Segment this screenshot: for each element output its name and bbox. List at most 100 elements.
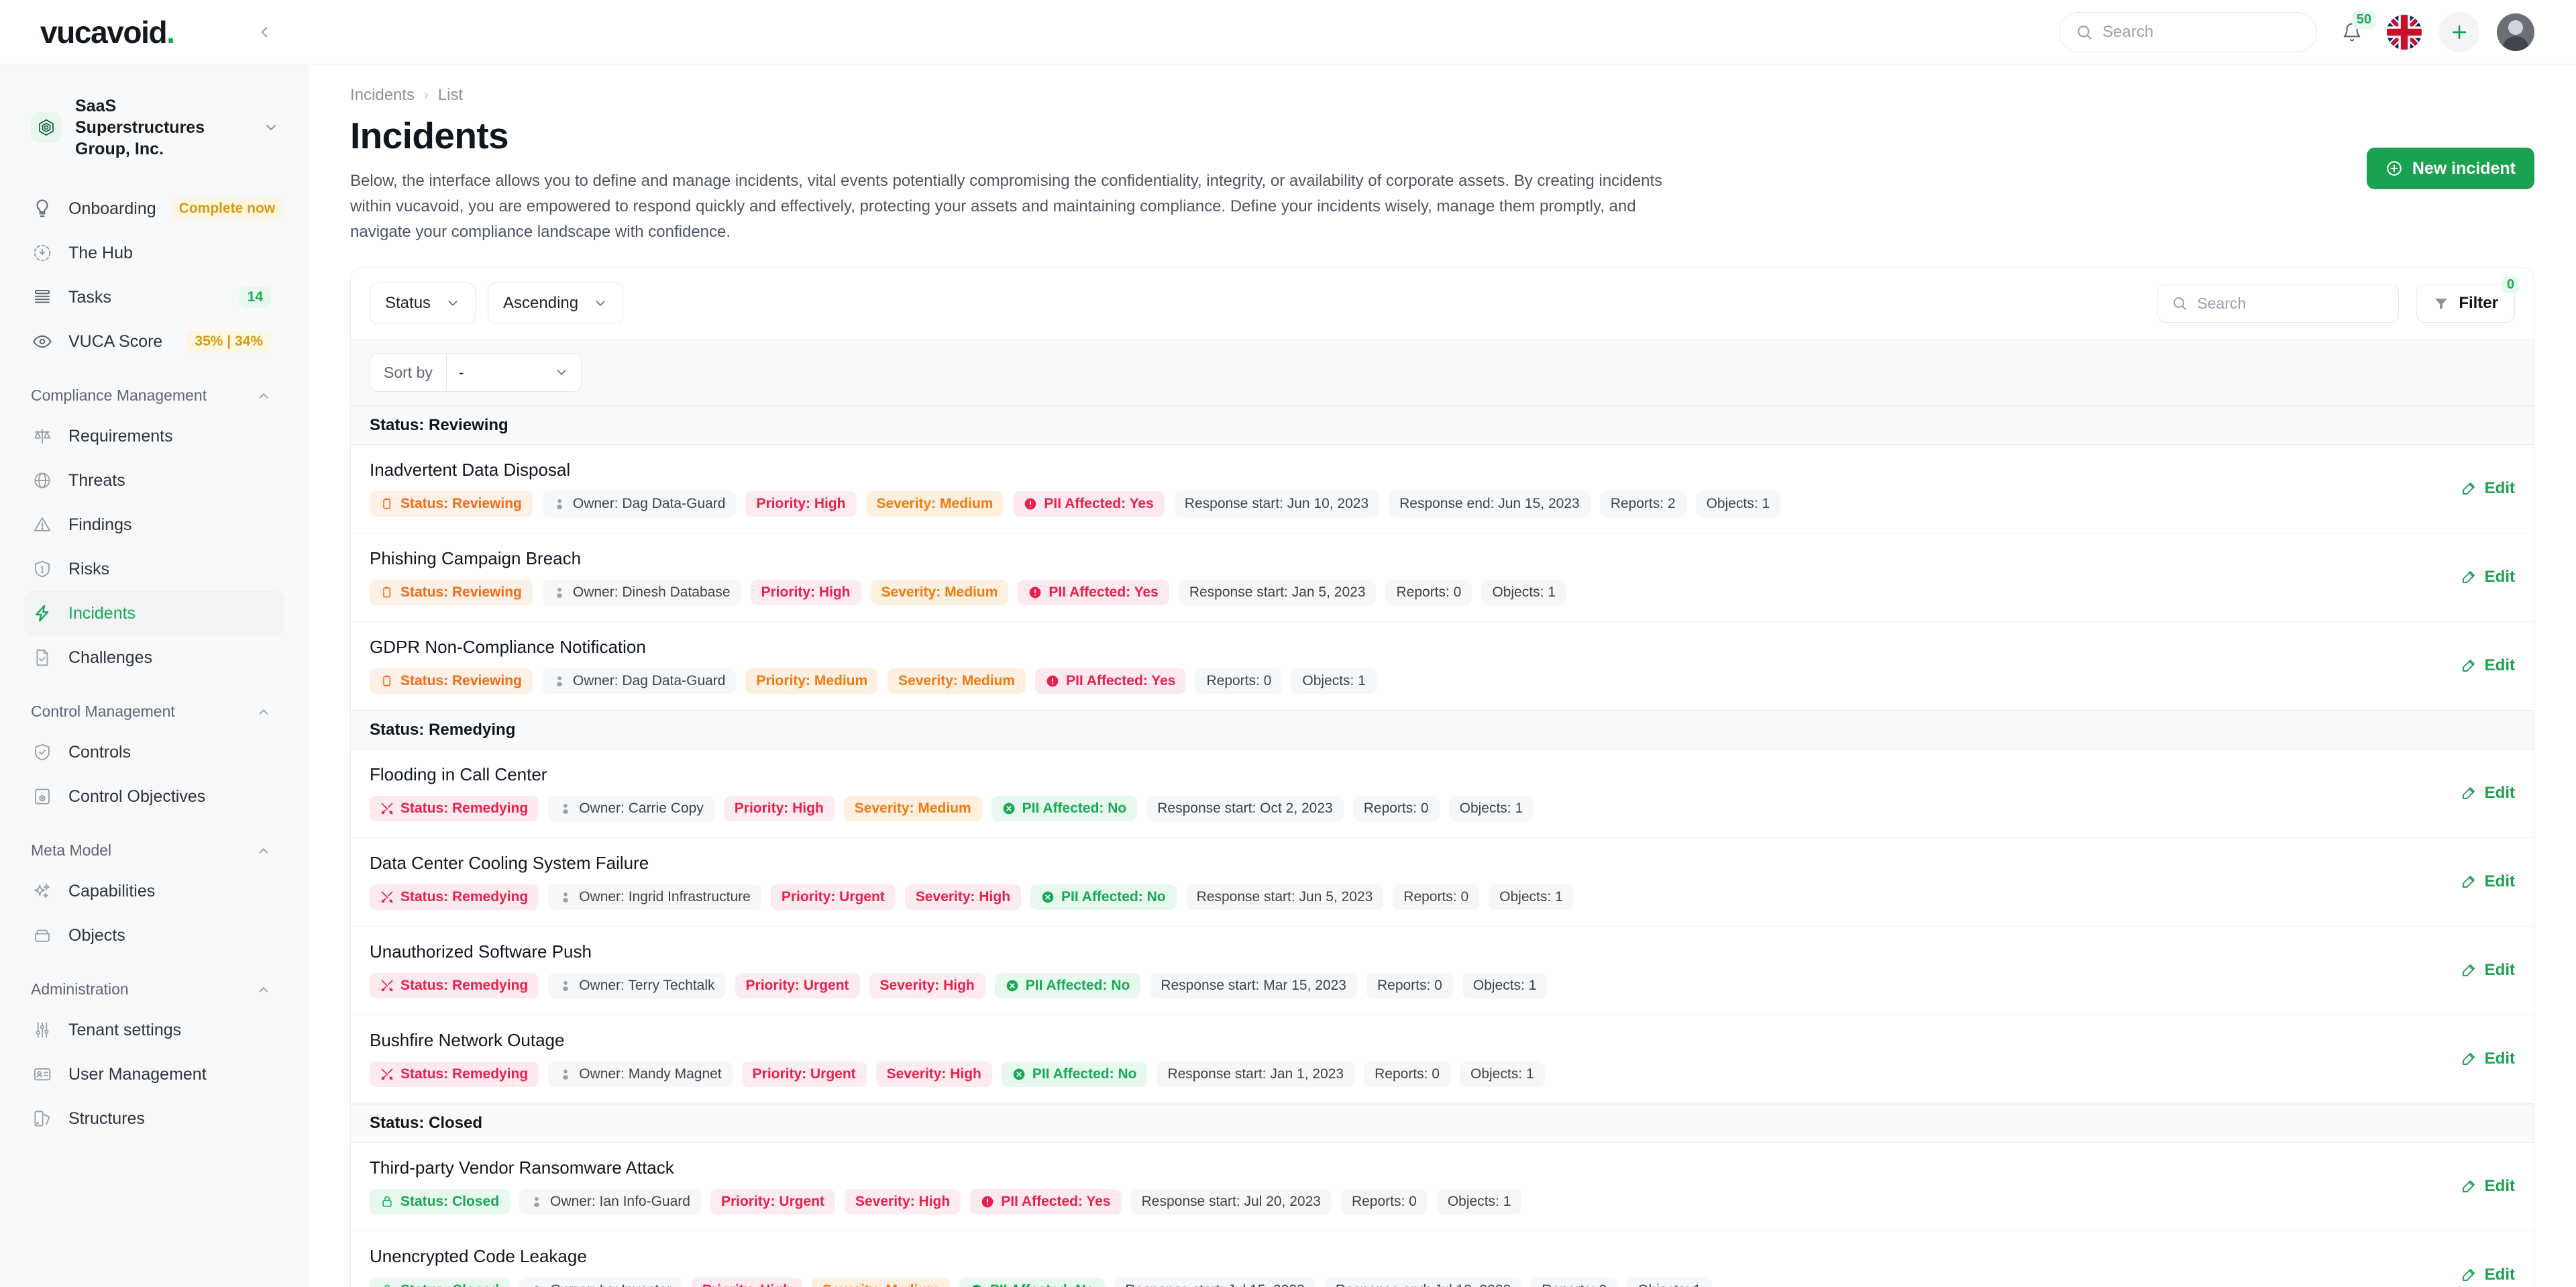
incident-chip: Owner: Ivy Investor	[519, 1278, 682, 1287]
incident-title[interactable]: Unauthorized Software Push	[370, 941, 2440, 962]
notifications-button[interactable]: 50	[2334, 10, 2376, 50]
incident-row[interactable]: Flooding in Call Center Status: Remedying…	[351, 750, 2534, 839]
organization-name: SaaS Superstructures Group, Inc.	[75, 97, 205, 158]
sidebar-item-tasks[interactable]: Tasks 14	[24, 275, 284, 319]
edit-button[interactable]: Edit	[2461, 479, 2515, 498]
incident-chip: Owner: Ingrid Infrastructure	[548, 884, 761, 911]
incident-title[interactable]: Bushfire Network Outage	[370, 1030, 2440, 1051]
chip-label: PII Affected: Yes	[1001, 1194, 1111, 1210]
breadcrumb-item-incidents[interactable]: Incidents	[350, 86, 415, 105]
sidebar-item-objects[interactable]: Objects	[24, 913, 284, 958]
sidebar-item-the-hub[interactable]: The Hub	[24, 231, 284, 275]
sidebar-item-incidents[interactable]: Incidents	[24, 591, 284, 635]
sidebar-item-label: Risks	[68, 559, 110, 578]
chip-label: Objects: 1	[1459, 801, 1523, 817]
incident-row[interactable]: Data Center Cooling System Failure Status…	[351, 838, 2534, 927]
sidebar-section-compliance-management[interactable]: Compliance Management	[24, 364, 284, 414]
incident-row[interactable]: Third-party Vendor Ransomware Attack Stat…	[351, 1143, 2534, 1232]
sidebar-item-challenges[interactable]: Challenges	[24, 635, 284, 680]
sidebar-item-capabilities[interactable]: Capabilities	[24, 869, 284, 913]
chip-label: Owner: Mandy Magnet	[579, 1066, 722, 1082]
chip-label: Response start: Oct 2, 2023	[1157, 801, 1333, 817]
chip-label: Severity: High	[915, 889, 1011, 905]
chip-label: Priority: Urgent	[720, 1194, 824, 1210]
edit-button[interactable]: Edit	[2461, 1049, 2515, 1068]
tasks-count-badge: 14	[239, 287, 271, 308]
edit-button[interactable]: Edit	[2461, 872, 2515, 891]
sidebar-item-control-objectives[interactable]: Control Objectives	[24, 774, 284, 819]
list-search[interactable]	[2157, 284, 2400, 323]
incident-title[interactable]: GDPR Non-Compliance Notification	[370, 637, 2440, 658]
sidebar-item-onboarding[interactable]: Onboarding Complete now	[24, 187, 284, 231]
organization-switcher[interactable]: SaaS Superstructures Group, Inc.	[24, 64, 284, 187]
filter-button[interactable]: Filter 0	[2416, 276, 2520, 323]
incident-row[interactable]: Unencrypted Code Leakage Status: Closed Ow…	[351, 1231, 2534, 1287]
sidebar-section-administration[interactable]: Administration	[24, 958, 284, 1008]
edit-icon	[2461, 658, 2477, 674]
list-search-input[interactable]	[2197, 294, 2385, 313]
sidebar-item-requirements[interactable]: Requirements	[24, 414, 284, 458]
sidebar-item-label: Incidents	[68, 603, 136, 623]
incident-title[interactable]: Third-party Vendor Ransomware Attack	[370, 1157, 2440, 1178]
incident-chip: Severity: Medium	[843, 796, 982, 822]
sidebar-item-risks[interactable]: Risks	[24, 547, 284, 591]
incident-chip: Response start: Jul 20, 2023	[1130, 1189, 1332, 1215]
incident-chip: PII Affected: Yes	[1013, 491, 1165, 517]
incident-title[interactable]: Unencrypted Code Leakage	[370, 1246, 2440, 1267]
incident-chip: Status: Remedying	[370, 796, 539, 822]
incident-chip: Priority: Urgent	[710, 1189, 835, 1215]
chip-label: Status: Closed	[400, 1282, 499, 1287]
page-header-text: Incidents Below, the interface allows yo…	[350, 113, 1668, 244]
chip-label: Objects: 1	[1706, 496, 1770, 512]
sort-order-select[interactable]: Ascending	[488, 282, 624, 325]
chevron-up-icon	[256, 389, 271, 403]
incident-title[interactable]: Flooding in Call Center	[370, 764, 2440, 785]
sort-by-select[interactable]: Sort by -	[370, 353, 582, 393]
incident-title[interactable]: Phishing Campaign Breach	[370, 548, 2440, 569]
global-search-input[interactable]	[2102, 22, 2300, 42]
user-avatar[interactable]	[2497, 13, 2534, 51]
language-selector-uk-flag-icon[interactable]	[2387, 14, 2422, 50]
sidebar-item-threats[interactable]: Threats	[24, 458, 284, 503]
edit-button[interactable]: Edit	[2461, 1266, 2515, 1284]
incident-title[interactable]: Inadvertent Data Disposal	[370, 460, 2440, 480]
edit-label: Edit	[2484, 783, 2515, 802]
incident-title[interactable]: Data Center Cooling System Failure	[370, 853, 2440, 874]
incident-row[interactable]: Bushfire Network Outage Status: Remedying…	[351, 1015, 2534, 1104]
incident-row[interactable]: Unauthorized Software Push Status: Remedy…	[351, 927, 2534, 1016]
breadcrumb-item-list[interactable]: List	[438, 86, 463, 105]
edit-button[interactable]: Edit	[2461, 784, 2515, 803]
quick-add-button[interactable]	[2439, 11, 2479, 52]
app-logo[interactable]: vucavoid.	[40, 14, 175, 50]
clipboard-icon	[380, 586, 394, 599]
person-icon	[530, 1284, 543, 1287]
sidebar-item-user-management[interactable]: User Management	[24, 1052, 284, 1096]
edit-button[interactable]: Edit	[2461, 961, 2515, 980]
incident-chip: PII Affected: No	[994, 973, 1141, 999]
incident-row[interactable]: Phishing Campaign Breach Status: Reviewin…	[351, 533, 2534, 623]
sidebar-item-tenant-settings[interactable]: Tenant settings	[24, 1008, 284, 1052]
edit-icon	[2461, 480, 2477, 497]
sidebar-section-control-management[interactable]: Control Management	[24, 680, 284, 730]
sort-by-value-wrap[interactable]: -	[447, 354, 581, 391]
sidebar-item-structures[interactable]: Structures	[24, 1096, 284, 1141]
chevron-up-icon	[256, 843, 271, 858]
onboarding-badge[interactable]: Complete now	[170, 198, 284, 219]
sidebar-item-controls[interactable]: Controls	[24, 730, 284, 774]
global-search[interactable]	[2059, 11, 2317, 52]
sidebar-item-vuca-score[interactable]: VUCA Score 35% | 34%	[24, 319, 284, 364]
sidebar-collapse-button[interactable]	[250, 17, 279, 47]
edit-button[interactable]: Edit	[2461, 1177, 2515, 1196]
incident-chip: Status: Closed	[370, 1189, 511, 1215]
incident-row[interactable]: Inadvertent Data Disposal Status: Reviewi…	[351, 445, 2534, 534]
new-incident-button[interactable]: New incident	[2366, 148, 2534, 189]
edit-button[interactable]: Edit	[2461, 568, 2515, 586]
edit-button[interactable]: Edit	[2461, 656, 2515, 675]
box-icon	[31, 924, 54, 947]
incident-row[interactable]: GDPR Non-Compliance Notification Status: …	[351, 622, 2534, 711]
group-by-select[interactable]: Status	[370, 282, 476, 325]
sidebar-section-meta-model[interactable]: Meta Model	[24, 819, 284, 869]
person-icon	[559, 802, 572, 815]
sidebar-item-findings[interactable]: Findings	[24, 503, 284, 547]
edit-label: Edit	[2484, 872, 2515, 890]
